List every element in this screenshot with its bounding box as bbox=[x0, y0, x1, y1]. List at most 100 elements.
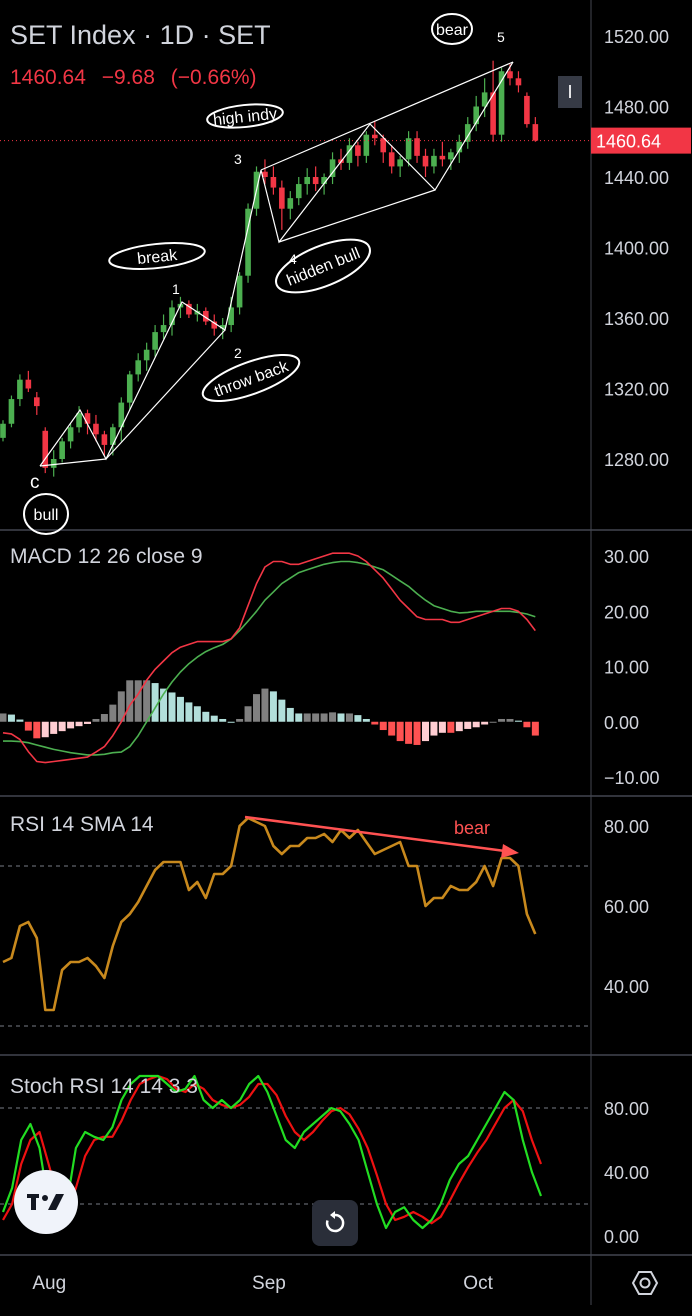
candle-body bbox=[67, 427, 74, 442]
reset-icon bbox=[325, 1211, 345, 1233]
macd-tick-label: 30.00 bbox=[604, 547, 649, 567]
macd-histogram-bar bbox=[413, 721, 421, 745]
candle-body bbox=[397, 159, 403, 167]
price-quote: 1460.64 −9.68 (−0.66%) bbox=[10, 66, 267, 90]
channel-line-lower bbox=[105, 329, 226, 460]
candle-body bbox=[372, 134, 378, 139]
annotation-bull: bull bbox=[23, 493, 69, 535]
candle-body bbox=[160, 325, 167, 333]
macd-histogram-bar bbox=[438, 721, 446, 733]
macd-histogram-bar bbox=[33, 721, 41, 739]
macd-histogram-bar bbox=[253, 694, 260, 722]
macd-tick-label: 10.00 bbox=[604, 658, 649, 678]
macd-histogram-bar bbox=[514, 720, 522, 722]
macd-histogram-bar bbox=[75, 721, 83, 727]
candle-body bbox=[287, 198, 294, 209]
reset-chart-button[interactable] bbox=[312, 1200, 358, 1246]
candle-body bbox=[279, 187, 285, 209]
macd-histogram-bar bbox=[354, 715, 362, 722]
stoch-tick-label: 0.00 bbox=[604, 1227, 639, 1247]
price-change: −9.68 bbox=[101, 66, 155, 89]
price-tick-label: 1520.00 bbox=[604, 27, 669, 47]
macd-histogram-bar bbox=[109, 704, 117, 722]
candle-body bbox=[524, 95, 530, 125]
time-axis-label: Aug bbox=[32, 1273, 66, 1294]
candle-body bbox=[8, 399, 15, 424]
candle-body bbox=[515, 78, 522, 86]
candle-body bbox=[0, 423, 6, 438]
chart-settings-button[interactable] bbox=[628, 1266, 662, 1300]
price-tick-label: 1360.00 bbox=[604, 309, 669, 329]
macd-histogram-bar bbox=[176, 696, 184, 722]
price-tick-label: 1400.00 bbox=[604, 239, 669, 259]
macd-histogram-bar bbox=[337, 713, 345, 722]
candle-body bbox=[152, 332, 158, 350]
macd-histogram-bar bbox=[345, 713, 353, 722]
macd-histogram-bar bbox=[396, 721, 404, 742]
macd-histogram-bar bbox=[506, 718, 514, 722]
macd-histogram-bar bbox=[261, 688, 269, 722]
macd-histogram-bar bbox=[7, 714, 15, 722]
macd-histogram-bar bbox=[422, 721, 429, 742]
macd-histogram-bar bbox=[523, 721, 531, 728]
tradingview-logo-icon[interactable] bbox=[14, 1170, 78, 1234]
annotation-wave-1: 1 bbox=[172, 281, 180, 297]
macd-histogram-bar bbox=[168, 692, 176, 722]
annotation-wave-2: 2 bbox=[234, 345, 242, 361]
price-tick-label: 1440.00 bbox=[604, 168, 669, 188]
candle-body bbox=[34, 397, 40, 407]
price-change-pct: (−0.66%) bbox=[170, 66, 257, 89]
macd-tick-label: 20.00 bbox=[604, 602, 649, 622]
price-tick-label: 1480.00 bbox=[604, 98, 669, 118]
time-axis-label: Oct bbox=[463, 1273, 493, 1294]
macd-histogram-bar bbox=[24, 721, 32, 731]
macd-histogram-bar bbox=[312, 713, 320, 722]
macd-histogram-bar bbox=[472, 721, 480, 728]
rsi-label[interactable]: RSI 14 SMA 14 bbox=[10, 813, 154, 837]
macd-histogram-bar bbox=[50, 721, 58, 734]
candle-body bbox=[17, 379, 23, 400]
macd-histogram-bar bbox=[295, 713, 303, 722]
macd-histogram-bar bbox=[58, 721, 66, 732]
macd-line bbox=[2, 552, 536, 764]
annotation-wave-5: 5 bbox=[497, 29, 505, 45]
rsi-divergence-arrowhead bbox=[501, 844, 519, 858]
symbol-title[interactable]: SET Index · 1D · SET bbox=[10, 20, 271, 51]
candle-body bbox=[50, 459, 57, 468]
stoch-tick-label: 80.00 bbox=[604, 1099, 649, 1119]
macd-histogram-bar bbox=[489, 721, 497, 723]
macd-histogram-bar bbox=[430, 721, 438, 736]
chart-canvas[interactable]: 1520.001480.001440.001400.001360.001320.… bbox=[0, 0, 692, 1316]
macd-histogram-bar bbox=[193, 706, 201, 722]
candle-body bbox=[380, 138, 387, 153]
candle-body bbox=[126, 374, 133, 403]
macd-histogram-bar bbox=[464, 721, 472, 729]
stoch-rsi-label[interactable]: Stoch RSI 14 14 3 3 bbox=[10, 1075, 198, 1099]
macd-histogram-bar bbox=[320, 713, 328, 722]
candle-body bbox=[236, 275, 243, 308]
macd-histogram-bar bbox=[388, 721, 396, 736]
candle-body bbox=[25, 379, 32, 389]
macd-histogram-bar bbox=[67, 721, 75, 729]
candle-body bbox=[422, 155, 429, 167]
macd-histogram-bar bbox=[371, 721, 379, 725]
candle-body bbox=[143, 349, 150, 361]
annotation-high-indy: high indy bbox=[206, 103, 284, 129]
macd-histogram-bar bbox=[92, 718, 100, 722]
time-axis-label: Sep bbox=[252, 1273, 286, 1294]
rsi-tick-label: 60.00 bbox=[604, 897, 649, 917]
scale-lock-button[interactable]: I bbox=[558, 76, 582, 108]
candle-body bbox=[135, 360, 141, 375]
channel-line-lower bbox=[39, 458, 107, 467]
last-price: 1460.64 bbox=[10, 66, 86, 89]
candle-body bbox=[84, 413, 91, 424]
macd-histogram-bar bbox=[210, 715, 218, 722]
stoch-tick-label: 40.00 bbox=[604, 1163, 649, 1183]
annotation-c: c bbox=[30, 472, 40, 493]
macd-histogram-bar bbox=[16, 719, 24, 722]
macd-histogram-bar bbox=[269, 691, 277, 722]
annotation-bear-rsi: bear bbox=[454, 818, 490, 838]
annotation-break: break bbox=[108, 242, 206, 270]
macd-label[interactable]: MACD 12 26 close 9 bbox=[10, 545, 203, 569]
macd-histogram-bar bbox=[447, 721, 455, 733]
